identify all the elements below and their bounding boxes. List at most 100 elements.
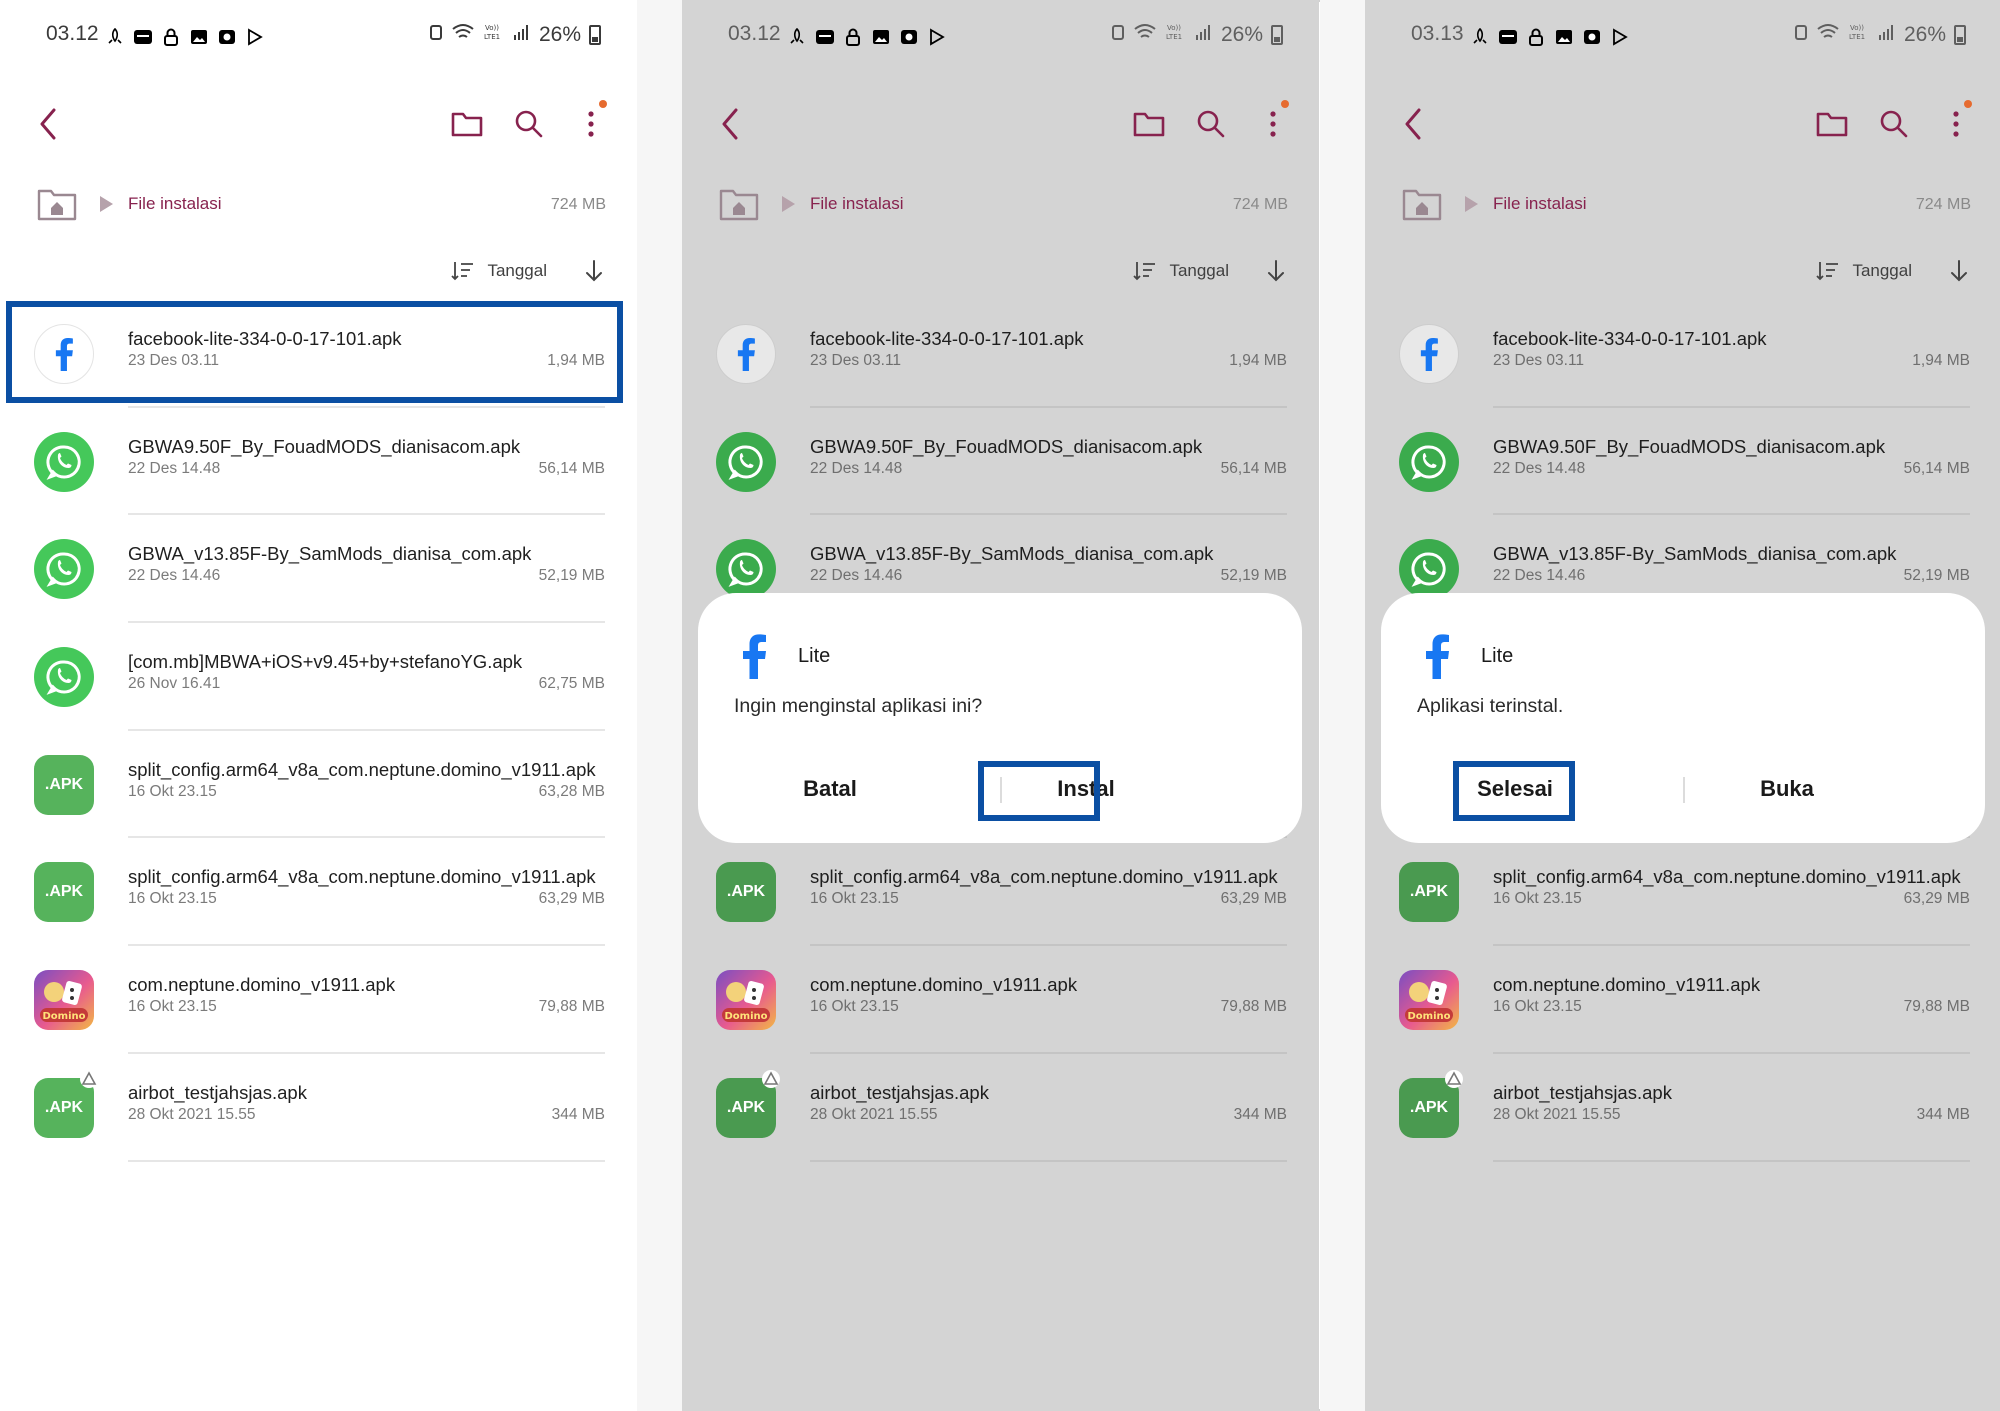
file-name: com.neptune.domino_v1911.apk (128, 974, 396, 996)
install-dialog: Lite Aplikasi terinstal. Selesai Buka (1381, 593, 1985, 843)
file-date: 22 Des 14.46 (128, 567, 221, 585)
more-options-button[interactable] (1938, 100, 1974, 144)
breadcrumb-current[interactable]: File instalasi (810, 194, 904, 214)
file-name: split_config.arm64_v8a_com.neptune.domin… (128, 866, 596, 888)
apk-badge-text: .APK (44, 1098, 84, 1116)
app-notification-icon (1497, 26, 1519, 48)
file-list: facebook-lite-334-0-0-17-101.apk 23 Des 0… (0, 300, 637, 1162)
file-list-item[interactable]: Domino com.neptune.domino_v1911.apk 16 Okt… (1365, 946, 2000, 1054)
sort-label[interactable]: Tanggal (1169, 261, 1229, 281)
warning-badge-icon (80, 1069, 98, 1088)
file-name: com.neptune.domino_v1911.apk (1493, 974, 1761, 996)
file-list-item[interactable]: .APK airbot_testjahsjas.apk 28 Okt 2021 15… (0, 1054, 637, 1162)
file-size: 1,94 MB (1912, 352, 1970, 369)
sort-label[interactable]: Tanggal (1852, 261, 1912, 281)
volte-lte-icon: Vo)) LTE1 (1165, 22, 1187, 48)
more-vert-icon (1270, 111, 1276, 137)
breadcrumb: File instalasi 724 MB (1401, 186, 1971, 226)
file-size: 56,14 MB (538, 459, 605, 477)
sort-icon[interactable] (451, 259, 475, 283)
home-folder-button[interactable] (1401, 186, 1443, 222)
file-name: [com.mb]MBWA+iOS+v9.45+by+stefanoYG.apk (128, 651, 523, 673)
file-list-item[interactable]: .APK split_config.arm64_v8a_com.neptune.d… (0, 838, 637, 947)
folder-icon (1816, 112, 1848, 137)
home-folder-button[interactable] (718, 186, 760, 222)
file-list-item[interactable]: GBWA9.50F_By_FouadMODS_dianisacom.apk 22 … (682, 408, 1319, 516)
top-actions (449, 100, 609, 144)
file-list-item[interactable]: [com.mb]MBWA+iOS+v9.45+by+stefanoYG.apk 2… (0, 623, 637, 731)
play-store-icon (1609, 26, 1631, 48)
file-list-item[interactable]: GBWA_v13.85F-By_SamMods_dianisa_com.apk 2… (0, 515, 637, 624)
file-name: split_config.arm64_v8a_com.neptune.domin… (810, 866, 1278, 888)
file-list-item[interactable]: facebook-lite-334-0-0-17-101.apk 23 Des 0… (682, 300, 1319, 408)
file-list-item[interactable]: GBWA9.50F_By_FouadMODS_dianisacom.apk 22 … (0, 408, 637, 516)
file-size: 52,19 MB (1903, 567, 1970, 585)
file-size: 52,19 MB (538, 567, 605, 585)
file-list-item[interactable]: facebook-lite-334-0-0-17-101.apk 23 Des 0… (1365, 300, 2000, 408)
breadcrumb-current[interactable]: File instalasi (1493, 194, 1587, 214)
home-folder-icon (719, 189, 759, 221)
apk-icon: .APK (716, 1069, 780, 1138)
status-right: Vo)) LTE1 26% (429, 22, 601, 48)
breadcrumb-current[interactable]: File instalasi (128, 194, 222, 214)
file-list-item[interactable]: GBWA9.50F_By_FouadMODS_dianisacom.apk 22 … (1365, 408, 2000, 516)
dialog-message: Aplikasi terinstal. (1417, 695, 1564, 717)
folder-button[interactable] (1814, 104, 1850, 144)
search-button[interactable] (1193, 104, 1229, 144)
file-name: facebook-lite-334-0-0-17-101.apk (1493, 328, 1767, 349)
sort-direction-icon[interactable] (1948, 258, 1970, 284)
more-options-button[interactable] (573, 100, 609, 144)
sort-label[interactable]: Tanggal (487, 261, 547, 281)
sort-direction-icon[interactable] (1265, 258, 1287, 284)
file-date: 16 Okt 23.15 (128, 890, 217, 908)
back-button[interactable] (1399, 104, 1429, 144)
svg-text:Domino: Domino (1407, 1011, 1450, 1022)
file-name: GBWA9.50F_By_FouadMODS_dianisacom.apk (128, 435, 521, 457)
more-options-button[interactable] (1255, 100, 1291, 144)
status-right: Vo)) LTE1 26% (1794, 22, 1966, 48)
back-button[interactable] (716, 104, 746, 144)
panel-file-list: 03.12 Vo)) LTE1 26% File instalasi 724 M… (0, 0, 637, 1411)
file-list-item[interactable]: .APK split_config.arm64_v8a_com.neptune.d… (0, 731, 637, 839)
status-bar: 03.12 Vo)) LTE1 26% (682, 18, 1319, 58)
file-name: airbot_testjahsjas.apk (810, 1081, 989, 1103)
file-size: 344 MB (551, 1105, 605, 1123)
file-list-item[interactable]: Domino com.neptune.domino_v1911.apk 16 Okt… (682, 946, 1319, 1054)
status-icons (1469, 26, 1631, 48)
apk-icon: .APK (1399, 862, 1459, 923)
dialog-right-button[interactable]: Buka (1717, 769, 1857, 809)
list-divider (1493, 1159, 1970, 1162)
file-date: 16 Okt 23.15 (1493, 890, 1582, 908)
sort-icon[interactable] (1816, 259, 1840, 283)
search-button[interactable] (511, 104, 547, 144)
file-size: 56,14 MB (1903, 459, 1970, 477)
alarm-icon (429, 23, 443, 47)
file-list-item[interactable]: .APK airbot_testjahsjas.apk 28 Okt 2021 15… (682, 1054, 1319, 1162)
file-date: 16 Okt 23.15 (810, 998, 899, 1016)
app-notification-icon (132, 26, 154, 48)
home-folder-button[interactable] (36, 186, 78, 222)
folder-button[interactable] (449, 104, 485, 144)
file-name: GBWA_v13.85F-By_SamMods_dianisa_com.apk (1493, 543, 1897, 565)
file-list-item[interactable]: .APK airbot_testjahsjas.apk 28 Okt 2021 15… (1365, 1054, 2000, 1162)
sort-icon[interactable] (1133, 259, 1157, 283)
notification-dot (599, 100, 607, 108)
back-button[interactable] (34, 104, 64, 144)
battery-icon (589, 25, 601, 45)
file-list-item[interactable]: .APK split_config.arm64_v8a_com.neptune.d… (682, 838, 1319, 947)
file-list-item[interactable]: .APK split_config.arm64_v8a_com.neptune.d… (1365, 838, 2000, 947)
apk-badge-text: .APK (44, 775, 84, 793)
home-folder-icon (37, 189, 77, 221)
file-name: GBWA9.50F_By_FouadMODS_dianisacom.apk (810, 435, 1203, 457)
file-size: 56,14 MB (1220, 459, 1287, 477)
file-date: 16 Okt 23.15 (128, 998, 217, 1016)
search-button[interactable] (1876, 104, 1912, 144)
more-vert-icon (1953, 111, 1959, 137)
whatsapp-icon (34, 647, 94, 708)
file-name: airbot_testjahsjas.apk (128, 1081, 307, 1103)
file-list-item[interactable]: Domino com.neptune.domino_v1911.apk 16 Okt… (0, 946, 637, 1054)
dialog-left-button[interactable]: Batal (760, 769, 900, 809)
sort-direction-icon[interactable] (583, 258, 605, 284)
apk-badge-text: .APK (726, 883, 766, 901)
folder-button[interactable] (1131, 104, 1167, 144)
